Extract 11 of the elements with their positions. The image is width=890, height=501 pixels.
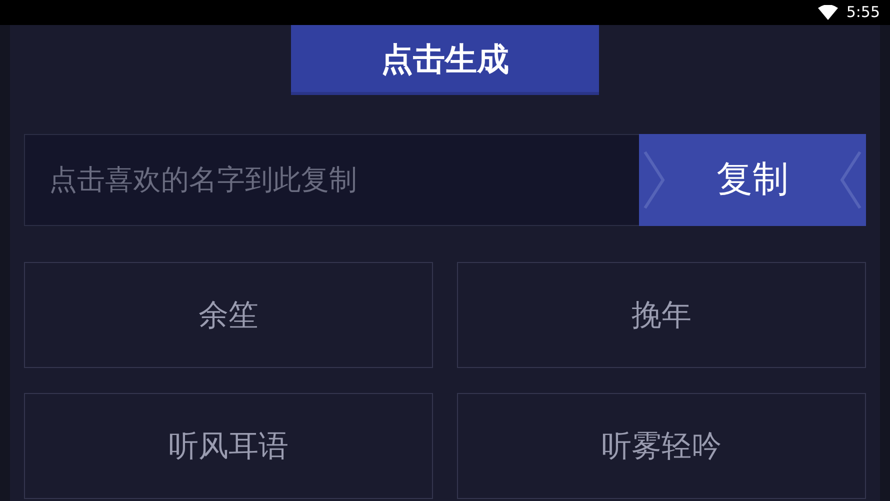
name-option[interactable]: 听风耳语 — [24, 393, 433, 499]
status-time: 5:55 — [846, 2, 880, 24]
copy-button[interactable]: 复制 — [639, 134, 866, 226]
chevron-icon — [643, 150, 665, 210]
wifi-icon — [818, 5, 838, 20]
name-option[interactable]: 余笙 — [24, 262, 433, 368]
generate-button[interactable]: 点击生成 — [291, 25, 599, 95]
name-option[interactable]: 听雾轻吟 — [457, 393, 866, 499]
name-field[interactable]: 点击喜欢的名字到此复制 — [24, 134, 639, 226]
name-option[interactable]: 挽年 — [457, 262, 866, 368]
chevron-icon — [840, 150, 862, 210]
